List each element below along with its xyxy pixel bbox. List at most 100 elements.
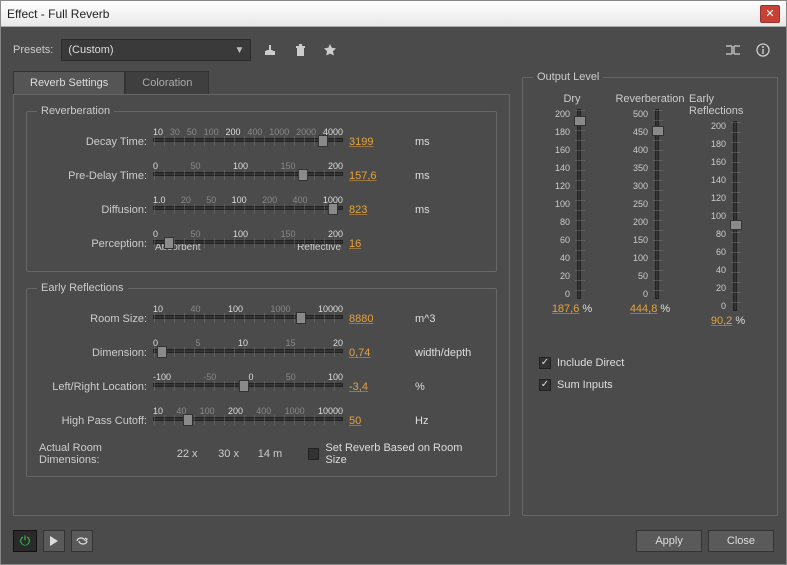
presets-label: Presets:: [13, 44, 53, 56]
diffusion-slider[interactable]: 1.020501002004001000: [153, 195, 343, 225]
diffusion-thumb[interactable]: [328, 203, 338, 215]
reverberation-group: Reverberation Decay Time: 103050100200400…: [26, 105, 497, 272]
output-thumb-2[interactable]: [730, 220, 742, 230]
settings-panel: Reverberation Decay Time: 103050100200400…: [13, 94, 510, 516]
set-reverb-room-checkbox[interactable]: Set Reverb Based on Room Size: [308, 442, 484, 466]
tabs: Reverb Settings Coloration: [13, 71, 510, 95]
output-col-header: Dry: [563, 93, 580, 105]
hpf-thumb[interactable]: [183, 414, 193, 426]
output-vslider-1[interactable]: 500450400350300250200150100500: [629, 109, 671, 299]
predelay-value[interactable]: 157,6: [349, 170, 409, 182]
play-button[interactable]: [43, 530, 65, 552]
actual-room-row: Actual Room Dimensions: 22 x 30 x 14 m S…: [37, 438, 486, 466]
output-vslider-0[interactable]: 200180160140120100806040200: [551, 109, 593, 299]
sum-inputs-label: Sum Inputs: [557, 379, 613, 391]
decay-unit: ms: [415, 136, 475, 148]
output-col-header: Reverberation: [615, 93, 684, 105]
actual-room-x: 22 x: [169, 448, 204, 460]
presets-value: (Custom): [68, 44, 113, 56]
lr-slider[interactable]: -100-50050100: [153, 372, 343, 402]
titlebar[interactable]: Effect - Full Reverb ✕: [1, 1, 786, 27]
tab-coloration[interactable]: Coloration: [125, 71, 209, 95]
perception-label: Perception:: [37, 238, 147, 250]
decay-thumb[interactable]: [318, 135, 328, 147]
output-panel: Output Level Dry200180160140120100806040…: [522, 71, 774, 516]
predelay-thumb[interactable]: [298, 169, 308, 181]
reverberation-legend: Reverberation: [37, 105, 114, 117]
routing-icon[interactable]: [722, 39, 744, 61]
footer: ⏻ Apply Close: [13, 526, 774, 552]
actual-room-z: 14 m: [252, 448, 287, 460]
dialog-body: Presets: (Custom) ▼: [1, 27, 786, 564]
output-col-0: Dry200180160140120100806040200187,6 %: [533, 93, 611, 327]
checkbox-box: ✓: [539, 379, 551, 391]
perception-param: Perception: 050100150200AbsorbentReflecti…: [37, 227, 486, 261]
roomsize-thumb[interactable]: [296, 312, 306, 324]
output-vslider-2[interactable]: 200180160140120100806040200: [707, 121, 749, 311]
checkbox-box: ✓: [539, 357, 551, 369]
early-legend: Early Reflections: [37, 282, 128, 294]
perception-value[interactable]: 16: [349, 238, 409, 250]
include-direct-label: Include Direct: [557, 357, 624, 369]
diffusion-value[interactable]: 823: [349, 204, 409, 216]
actual-room-y: 30 x: [211, 448, 246, 460]
early-reflections-group: Early Reflections Room Size: 104010010001…: [26, 282, 497, 477]
decay-value[interactable]: 3199: [349, 136, 409, 148]
favorite-icon[interactable]: [319, 39, 341, 61]
roomsize-param: Room Size: 1040100100010000 8880 m^3: [37, 302, 486, 336]
output-col-2: Early Reflections 20018016014012010080604…: [689, 93, 767, 327]
presets-dropdown[interactable]: (Custom) ▼: [61, 39, 251, 61]
output-value-0[interactable]: 187,6: [552, 303, 580, 315]
roomsize-unit: m^3: [415, 313, 475, 325]
roomsize-value[interactable]: 8880: [349, 313, 409, 325]
output-col-1: Reverberation 500450400350300250200150100…: [611, 93, 689, 327]
output-value-1[interactable]: 444,8: [630, 303, 658, 315]
hpf-unit: Hz: [415, 415, 475, 427]
hpf-label: High Pass Cutoff:: [37, 415, 147, 427]
lr-label: Left/Right Location:: [37, 381, 147, 393]
output-thumb-1[interactable]: [652, 126, 664, 136]
diffusion-unit: ms: [415, 204, 475, 216]
dimension-label: Dimension:: [37, 347, 147, 359]
sum-inputs-checkbox[interactable]: ✓ Sum Inputs: [539, 379, 767, 391]
diffusion-param: Diffusion: 1.020501002004001000 823 ms: [37, 193, 486, 227]
roomsize-slider[interactable]: 1040100100010000: [153, 304, 343, 334]
apply-button[interactable]: Apply: [636, 530, 702, 552]
lr-thumb[interactable]: [239, 380, 249, 392]
predelay-slider[interactable]: 050100150200: [153, 161, 343, 191]
output-value-2[interactable]: 90,2: [711, 315, 732, 327]
delete-preset-icon[interactable]: [289, 39, 311, 61]
predelay-unit: ms: [415, 170, 475, 182]
power-button[interactable]: ⏻: [13, 530, 37, 552]
output-col-header: Early Reflections: [689, 93, 767, 117]
dimension-thumb[interactable]: [157, 346, 167, 358]
lr-param: Left/Right Location: -100-50050100 -3,4%: [37, 370, 486, 404]
dimension-unit: width/depth: [415, 347, 475, 359]
close-icon[interactable]: ✕: [760, 5, 780, 23]
include-direct-checkbox[interactable]: ✓ Include Direct: [539, 357, 767, 369]
preset-row: Presets: (Custom) ▼: [13, 39, 774, 61]
close-button[interactable]: Close: [708, 530, 774, 552]
perception-slider[interactable]: 050100150200AbsorbentReflective: [153, 229, 343, 259]
loop-button[interactable]: [71, 530, 93, 552]
save-preset-icon[interactable]: [259, 39, 281, 61]
decay-slider[interactable]: 103050100200400100020004000: [153, 127, 343, 157]
tab-reverb-settings[interactable]: Reverb Settings: [13, 71, 125, 95]
predelay-label: Pre-Delay Time:: [37, 170, 147, 182]
roomsize-label: Room Size:: [37, 313, 147, 325]
info-icon[interactable]: [752, 39, 774, 61]
hpf-value[interactable]: 50: [349, 415, 409, 427]
decay-label: Decay Time:: [37, 136, 147, 148]
output-thumb-0[interactable]: [574, 116, 586, 126]
hpf-slider[interactable]: 1040100200400100010000: [153, 406, 343, 436]
dimension-slider[interactable]: 05101520: [153, 338, 343, 368]
lr-unit: %: [415, 381, 475, 393]
left-panel: Reverb Settings Coloration Reverberation…: [13, 71, 510, 516]
lr-value[interactable]: -3,4: [349, 381, 409, 393]
power-icon: ⏻: [20, 533, 30, 549]
set-reverb-room-label: Set Reverb Based on Room Size: [325, 442, 484, 466]
dimension-value[interactable]: 0,74: [349, 347, 409, 359]
checkbox-box: [308, 448, 320, 460]
perception-thumb[interactable]: [164, 237, 174, 249]
diffusion-label: Diffusion:: [37, 204, 147, 216]
